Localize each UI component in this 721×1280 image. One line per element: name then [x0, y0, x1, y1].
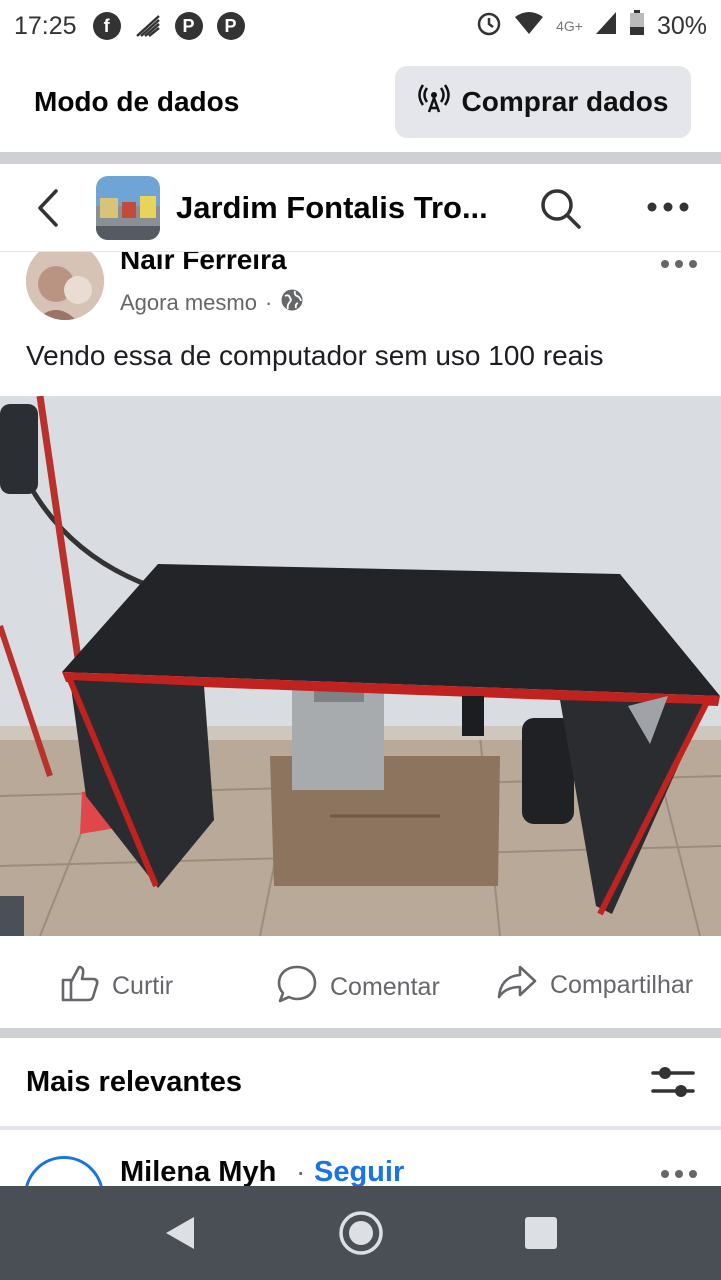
comment-separator: · — [296, 1156, 306, 1186]
p-app-icon: P — [216, 12, 245, 40]
nav-recent-apps-icon[interactable] — [525, 1217, 557, 1249]
group-header: Jardim Fontalis Tro... — [0, 164, 721, 252]
comment-item: Milena Myh · Seguir — [0, 1134, 721, 1186]
post-time[interactable]: Agora mesmo — [120, 290, 257, 316]
share-arrow-icon — [496, 964, 538, 1007]
battery-icon — [629, 9, 645, 43]
cell-signal-icon — [595, 11, 617, 42]
comment-bubble-icon — [276, 964, 318, 1011]
broadcast-icon — [417, 83, 450, 121]
network-type: 4G+ — [556, 18, 583, 34]
buy-data-label: Comprar dados — [461, 86, 669, 117]
comment-button[interactable]: Comentar — [276, 964, 440, 1011]
battery-level: 30% — [656, 11, 707, 40]
post-meta: Agora mesmo · — [120, 288, 304, 318]
p-app-icon: P — [174, 12, 203, 40]
wifi-icon — [514, 11, 544, 42]
like-button[interactable]: Curtir — [60, 964, 173, 1009]
author-avatar[interactable] — [26, 252, 104, 320]
nav-home-icon[interactable] — [338, 1210, 384, 1256]
data-mode-bar: Modo de dados Comprar dados — [0, 52, 721, 152]
comment-sort-bar: Mais relevantes — [0, 1038, 721, 1130]
comment-label: Comentar — [330, 973, 440, 1001]
post-text: Vendo essa de computador sem uso 100 rea… — [26, 340, 604, 371]
comment-sort-label[interactable]: Mais relevantes — [26, 1066, 242, 1099]
share-button[interactable]: Compartilhar — [496, 964, 693, 1007]
status-time: 17:25 — [14, 11, 77, 40]
group-title[interactable]: Jardim Fontalis Tro... — [176, 190, 506, 226]
facebook-icon: f — [92, 12, 121, 40]
filter-sliders-icon[interactable] — [651, 1062, 695, 1102]
like-label: Curtir — [112, 972, 174, 1000]
commenter-avatar[interactable] — [24, 1156, 104, 1186]
post-photo[interactable] — [0, 396, 721, 936]
nav-back-icon[interactable] — [162, 1214, 198, 1252]
follow-button[interactable]: Seguir — [314, 1156, 404, 1186]
globe-icon — [280, 288, 304, 318]
post-header: Nair Ferreira Agora mesmo · — [0, 252, 721, 330]
post-more-icon[interactable] — [660, 252, 698, 278]
divider — [0, 1028, 721, 1038]
android-nav-bar — [0, 1186, 721, 1280]
alarm-icon — [476, 10, 502, 43]
comment-more-icon[interactable] — [660, 1154, 698, 1186]
back-arrow-icon[interactable] — [18, 164, 78, 252]
post-author[interactable]: Nair Ferreira — [120, 252, 287, 276]
divider — [0, 152, 721, 164]
post-actions: Curtir Comentar Compartilhar — [0, 940, 721, 1028]
meta-separator: · — [264, 290, 273, 315]
group-cover-thumbnail[interactable] — [96, 175, 160, 240]
signal-waves-icon — [135, 14, 161, 38]
share-label: Compartilhar — [550, 971, 694, 999]
commenter-name[interactable]: Milena Myh — [120, 1156, 276, 1186]
thumbs-up-icon — [60, 964, 100, 1009]
status-bar: 17:25 f P P 4G+ 30% — [0, 0, 721, 52]
more-options-icon[interactable] — [646, 194, 690, 224]
buy-data-button[interactable]: Comprar dados — [395, 66, 691, 138]
data-mode-label: Modo de dados — [34, 86, 240, 117]
search-icon[interactable] — [538, 186, 584, 232]
